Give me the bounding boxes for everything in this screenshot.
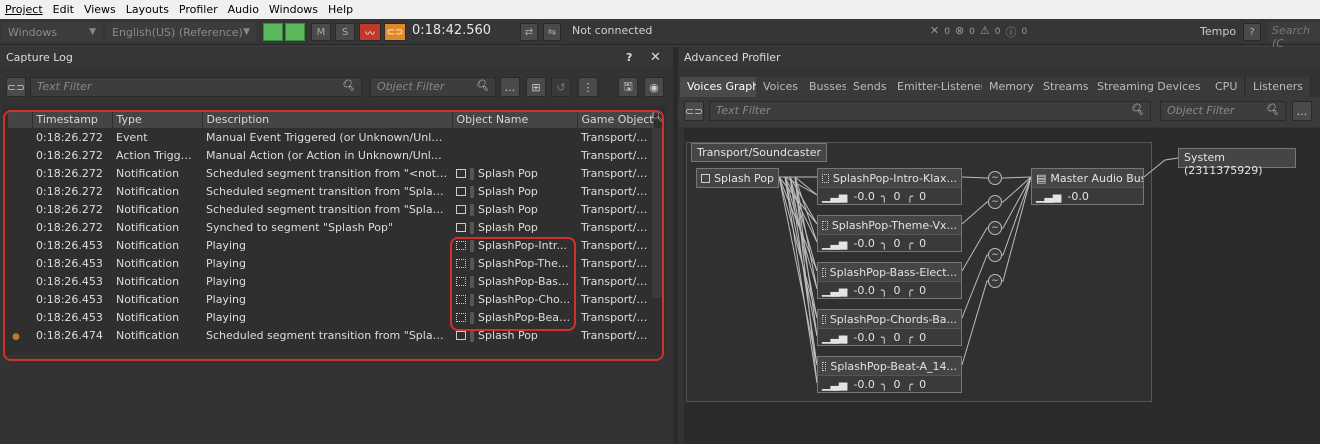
voice-node[interactable]: SplashPop-Bass-Elect... ▁▃▅ -0.0 ╮ 0 ╭ 0	[817, 262, 962, 299]
low-pass-icon: ╮	[880, 330, 888, 344]
send-icon[interactable]: ∼	[988, 195, 1002, 209]
music-track-icon	[822, 314, 826, 324]
voice-hpf: 0	[919, 189, 927, 203]
voice-volume: -0.0	[853, 236, 875, 250]
voice-lpf: 0	[893, 189, 901, 203]
voice-lpf: 0	[893, 236, 901, 250]
voice-lpf: 0	[893, 283, 901, 297]
high-pass-icon: ╭	[906, 189, 914, 203]
graph-edge	[794, 176, 818, 384]
high-pass-icon: ╭	[906, 236, 914, 250]
low-pass-icon: ╮	[880, 377, 888, 391]
high-pass-icon: ╭	[906, 283, 914, 297]
volume-icon: ▁▃▅	[822, 189, 848, 203]
high-pass-icon: ╭	[906, 330, 914, 344]
voice-volume: -0.0	[853, 283, 875, 297]
sequence-icon	[701, 173, 711, 183]
high-pass-icon: ╭	[906, 377, 914, 391]
voice-node[interactable]: SplashPop-Theme-Vx... ▁▃▅ -0.0 ╮ 0 ╭ 0	[817, 215, 962, 252]
voice-node[interactable]: SplashPop-Intro-Klax... ▁▃▅ -0.0 ╮ 0 ╭ 0	[817, 168, 962, 205]
voice-label: SplashPop-Theme-Vx...	[831, 218, 957, 232]
volume-icon: ▁▃▅	[1036, 189, 1062, 203]
voice-hpf: 0	[919, 283, 927, 297]
voice-lpf: 0	[893, 377, 901, 391]
voice-label: SplashPop-Intro-Klax...	[832, 171, 957, 185]
bus-label: Master Audio Bus	[1050, 171, 1143, 185]
volume-icon: ▁▃▅	[822, 330, 848, 344]
send-icon[interactable]: ∼	[988, 274, 1002, 288]
music-track-icon	[822, 220, 828, 230]
volume-icon: ▁▃▅	[822, 377, 848, 391]
voice-node[interactable]: SplashPop-Beat-A_14... ▁▃▅ -0.0 ╮ 0 ╭ 0	[817, 356, 962, 393]
send-icon[interactable]: ∼	[988, 221, 1002, 235]
voice-lpf: 0	[893, 330, 901, 344]
root-node-splash-pop[interactable]: Splash Pop	[696, 168, 779, 188]
voice-hpf: 0	[919, 236, 927, 250]
master-audio-bus-node[interactable]: ▤ Master Audio Bus ▁▃▅ -0.0	[1031, 168, 1144, 205]
system-node[interactable]: System (2311375929)	[1178, 148, 1296, 177]
music-track-icon	[822, 267, 826, 277]
music-track-icon	[822, 173, 829, 183]
graph-edge	[789, 176, 818, 366]
graph-edge	[1143, 157, 1179, 178]
voice-label: SplashPop-Bass-Elect...	[829, 265, 957, 279]
bus-volume: -0.0	[1067, 189, 1089, 203]
volume-icon: ▁▃▅	[822, 236, 848, 250]
graph-connections	[778, 157, 1179, 384]
voice-volume: -0.0	[853, 377, 875, 391]
low-pass-icon: ╮	[880, 189, 888, 203]
send-icon[interactable]: ∼	[988, 171, 1002, 185]
bus-icon: ▤	[1036, 171, 1047, 185]
low-pass-icon: ╮	[880, 236, 888, 250]
send-icon[interactable]: ∼	[988, 248, 1002, 262]
voice-hpf: 0	[919, 377, 927, 391]
voice-hpf: 0	[919, 330, 927, 344]
voice-label: SplashPop-Beat-A_14...	[830, 359, 957, 373]
voice-volume: -0.0	[853, 189, 875, 203]
volume-icon: ▁▃▅	[822, 283, 848, 297]
voice-volume: -0.0	[853, 330, 875, 344]
low-pass-icon: ╮	[880, 283, 888, 297]
voice-label: SplashPop-Chords-Ba...	[829, 312, 957, 326]
music-track-icon	[822, 361, 827, 371]
root-node-label: Splash Pop	[714, 171, 774, 185]
voice-node[interactable]: SplashPop-Chords-Ba... ▁▃▅ -0.0 ╮ 0 ╭ 0	[817, 309, 962, 346]
